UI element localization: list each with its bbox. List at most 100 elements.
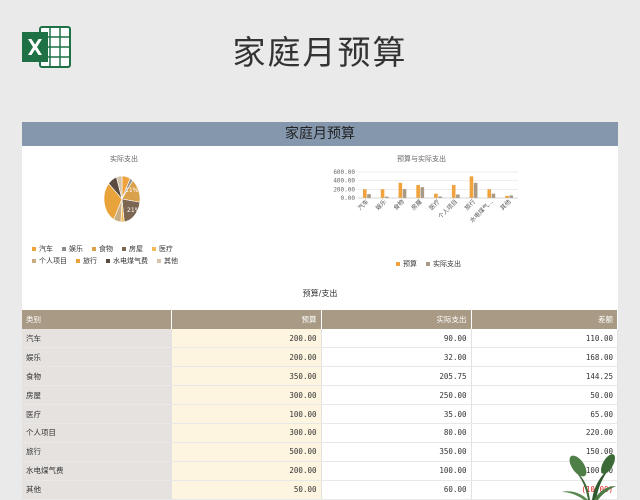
y-tick-label: 600.00 — [333, 169, 355, 176]
bar — [451, 185, 456, 198]
bar — [434, 193, 438, 198]
cell-actual[interactable]: 205.75 — [321, 366, 472, 387]
cell-diff[interactable]: 50.00 — [471, 385, 618, 406]
page-header: 家庭月预算 — [0, 0, 640, 122]
cell-diff[interactable]: 65.00 — [471, 404, 618, 424]
bar — [398, 182, 403, 198]
legend-label: 预算 — [403, 260, 417, 268]
spreadsheet: 家庭月预算 实际支出 11% 21% 汽车 娱乐 食物 房屋 医疗 个人项目 旅行 水电煤气费其… — [22, 122, 618, 500]
bar-legend: 预算 实际支出 — [396, 258, 470, 270]
legend-swatch — [152, 247, 156, 251]
legend-item: 个人项目 — [32, 255, 67, 267]
legend-label: 水电煤气费 — [113, 257, 148, 265]
col-header-category[interactable]: 类别 — [22, 310, 172, 329]
legend-swatch — [396, 262, 400, 266]
legend-swatch — [157, 259, 161, 263]
col-header-diff[interactable]: 差额 — [471, 310, 618, 329]
cell-category[interactable]: 房屋 — [22, 385, 172, 406]
cell-budget[interactable]: 300.00 — [171, 385, 322, 406]
y-tick-label: 0.00 — [341, 195, 356, 202]
y-tick-label: 400.00 — [333, 178, 355, 185]
table-row: 房屋 300.00 250.00 50.00 — [22, 385, 618, 406]
legend-item: 房屋 — [122, 243, 143, 255]
x-tick-label: 汽车 — [356, 198, 370, 212]
legend-swatch — [122, 247, 126, 251]
table-header-row: 类别 预算 实际支出 差额 — [22, 310, 618, 329]
bar — [491, 193, 496, 198]
cell-budget[interactable]: 300.00 — [171, 423, 322, 443]
pie-legend: 汽车 娱乐 食物 房屋 医疗个人项目 旅行 水电煤气费 其他 — [32, 243, 187, 267]
legend-swatch — [32, 259, 36, 263]
table-row: 医疗 100.00 35.00 65.00 — [22, 404, 618, 424]
bar — [367, 194, 371, 198]
pie-data-label: 11% — [125, 187, 139, 194]
legend-label: 食物 — [99, 245, 113, 253]
bar — [456, 194, 460, 198]
cell-budget[interactable]: 200.00 — [171, 329, 322, 349]
cell-category[interactable]: 娱乐 — [22, 347, 172, 368]
x-tick-label: 娱乐 — [374, 198, 388, 212]
cell-category[interactable]: 医疗 — [22, 404, 172, 424]
x-tick-label: 医疗 — [427, 198, 441, 212]
cell-actual[interactable]: 80.00 — [321, 423, 472, 443]
legend-swatch — [426, 262, 430, 266]
page-title: 家庭月预算 — [232, 33, 408, 72]
legend-item: 食物 — [92, 243, 113, 255]
legend-label: 娱乐 — [69, 245, 83, 253]
cell-diff[interactable]: 168.00 — [471, 347, 618, 368]
cell-budget[interactable]: 350.00 — [171, 366, 322, 387]
cell-budget[interactable]: 200.00 — [171, 461, 322, 481]
bar-chart-title: 预算与实际支出 — [397, 155, 446, 163]
legend-item: 医疗 — [152, 243, 173, 255]
x-tick-label: 房屋 — [409, 198, 423, 212]
cell-diff[interactable]: 110.00 — [471, 329, 618, 349]
bar-chart: 600.00400.00200.000.00 汽车 娱乐 食物 房屋 医疗个人项目 旅行水电… — [333, 169, 518, 224]
legend-swatch — [106, 259, 110, 263]
bar — [380, 189, 385, 198]
x-tick-label: 旅行 — [463, 198, 477, 212]
cell-actual[interactable]: 90.00 — [321, 329, 472, 349]
legend-label: 汽车 — [39, 245, 53, 253]
cell-budget[interactable]: 200.00 — [171, 347, 322, 368]
cell-actual[interactable]: 100.00 — [321, 461, 472, 481]
table-row: 其他50.0060.00(10.00) — [22, 480, 618, 500]
x-tick-label: 个人项目 — [437, 198, 459, 220]
col-header-budget[interactable]: 预算 — [171, 310, 322, 329]
table-row: 水电煤气费 200.00 100.00 100.00 — [22, 461, 618, 481]
col-header-actual[interactable]: 实际支出 — [321, 310, 472, 329]
bar — [487, 189, 492, 198]
cell-diff[interactable]: 220.00 — [471, 423, 618, 443]
pie-chart: 11% 21% — [103, 175, 141, 223]
plant-icon — [562, 454, 616, 500]
cell-category[interactable]: 其他 — [22, 480, 172, 500]
cell-category[interactable]: 水电煤气费 — [22, 461, 172, 481]
cell-actual[interactable]: 60.00 — [321, 480, 472, 500]
pie-data-label: 21% — [127, 207, 141, 214]
legend-item: 其他 — [157, 255, 178, 267]
cell-budget[interactable]: 50.00 — [171, 480, 322, 500]
cell-budget[interactable]: 500.00 — [171, 442, 322, 462]
legend-label: 其他 — [164, 257, 178, 265]
cell-category[interactable]: 旅行 — [22, 442, 172, 462]
legend-label: 旅行 — [83, 257, 97, 265]
sheet-banner: 家庭月预算 — [22, 122, 618, 146]
cell-diff[interactable]: 144.25 — [471, 366, 618, 387]
legend-item: 实际支出 — [426, 258, 461, 270]
cell-actual[interactable]: 32.00 — [321, 347, 472, 368]
legend-swatch — [92, 247, 96, 251]
legend-swatch — [76, 259, 80, 263]
cell-actual[interactable]: 35.00 — [321, 404, 472, 424]
pie-chart-title: 实际支出 — [110, 155, 138, 163]
cell-category[interactable]: 食物 — [22, 366, 172, 387]
x-tick-label: 食物 — [392, 198, 406, 212]
cell-budget[interactable]: 100.00 — [171, 404, 322, 424]
legend-item: 汽车 — [32, 243, 53, 255]
cell-actual[interactable]: 350.00 — [321, 442, 472, 462]
table-row: 汽车 200.00 90.00 110.00 — [22, 329, 618, 349]
cell-actual[interactable]: 250.00 — [321, 385, 472, 406]
cell-category[interactable]: 汽车 — [22, 329, 172, 349]
legend-swatch — [62, 247, 66, 251]
cell-category[interactable]: 个人项目 — [22, 423, 172, 443]
legend-item: 水电煤气费 — [106, 255, 148, 267]
bar — [420, 187, 425, 198]
